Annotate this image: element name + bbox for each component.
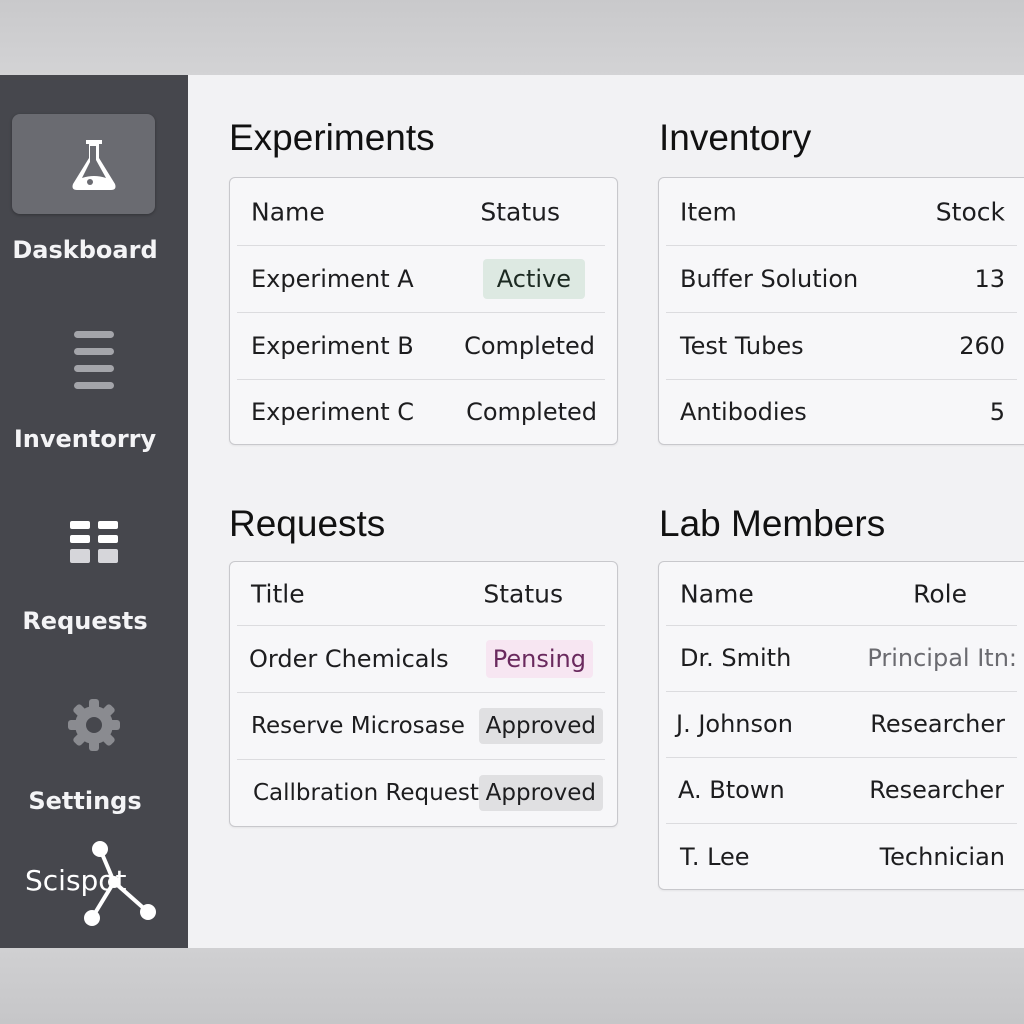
- table-header-row: Name Role: [666, 562, 1017, 626]
- column-header-status: Status: [483, 579, 563, 608]
- sidebar-item-label: Settings: [28, 787, 142, 815]
- member-role: Researcher: [869, 776, 1004, 804]
- experiment-name: Experiment C: [251, 398, 415, 426]
- app-window: Daskboard Inventorry Requests Settings S…: [0, 75, 1024, 948]
- status-badge: Active: [482, 258, 585, 299]
- member-role: Researcher: [870, 710, 1005, 738]
- member-role: Technician: [879, 842, 1005, 871]
- sidebar-item-label: Requests: [22, 607, 148, 635]
- status-badge: Approved: [478, 707, 603, 744]
- requests-card: Title Status Order Chemicals Pensing Res…: [229, 561, 618, 827]
- table-row[interactable]: Experiment C Completed: [237, 378, 605, 446]
- flask-icon: [64, 134, 124, 194]
- column-header-stock: Stock: [935, 197, 1005, 226]
- member-name: Dr. Smith: [680, 644, 792, 672]
- column-header-status: Status: [480, 197, 560, 226]
- molecule-icon: [84, 841, 156, 926]
- table-row[interactable]: Experiment A Active: [237, 245, 605, 313]
- inventory-card: Item Stock Buffer Solution 13 Test Tubes…: [658, 177, 1024, 445]
- bottom-background-band: [0, 948, 1024, 1024]
- stock-count: 260: [959, 331, 1005, 360]
- inventory-title: Inventory: [659, 117, 812, 158]
- member-name: T. Lee: [680, 842, 750, 871]
- table-header-row: Name Status: [237, 178, 605, 246]
- gear-icon: [64, 695, 124, 755]
- member-role: Principal Itn:: [867, 644, 1017, 672]
- item-name: Buffer Solution: [680, 264, 859, 293]
- item-name: Test Tubes: [680, 331, 804, 360]
- sidebar-item-label: Daskboard: [12, 236, 158, 264]
- request-title: Reserve Microsase: [251, 712, 465, 739]
- top-background-band: [0, 0, 1024, 75]
- table-row[interactable]: T. Lee Technician: [666, 823, 1017, 890]
- column-header-name: Name: [251, 197, 325, 226]
- request-title: Callbration Request: [253, 780, 479, 806]
- lab-members-card: Name Role Dr. Smith Principal Itn: J. Jo…: [658, 561, 1024, 890]
- column-header-name: Name: [680, 579, 754, 608]
- table-row[interactable]: Reserve Microsase Approved: [237, 692, 605, 760]
- status-text: Completed: [466, 398, 597, 426]
- member-name: A. Btown: [678, 776, 785, 804]
- column-header-item: Item: [680, 197, 737, 226]
- item-name: Antibodies: [680, 398, 807, 426]
- column-header-title: Title: [251, 579, 305, 608]
- sidebar-item-dashboard[interactable]: Daskboard: [0, 114, 188, 284]
- table-header-row: Title Status: [237, 562, 605, 626]
- experiments-title: Experiments: [229, 117, 435, 158]
- scispot-logo: Scispot: [18, 840, 168, 930]
- member-name: J. Johnson: [676, 710, 793, 738]
- table-row[interactable]: Antibodies 5: [666, 378, 1017, 446]
- experiment-name: Experiment A: [251, 264, 414, 293]
- status-badge: Pensing: [485, 639, 593, 678]
- table-row[interactable]: Callbration Request Approved: [237, 759, 605, 827]
- grid-icon: [64, 515, 124, 575]
- status-text: Completed: [464, 331, 595, 360]
- sidebar-item-label: Inventorry: [13, 425, 157, 453]
- table-row[interactable]: A. Btown Researcher: [666, 757, 1017, 824]
- table-row[interactable]: Dr. Smith Principal Itn:: [666, 625, 1017, 692]
- column-header-role: Role: [913, 579, 967, 608]
- requests-title: Requests: [229, 503, 386, 544]
- sidebar: Daskboard Inventorry Requests Settings S…: [0, 75, 188, 948]
- table-row[interactable]: Buffer Solution 13: [666, 245, 1017, 313]
- stock-count: 5: [989, 398, 1005, 426]
- status-badge: Approved: [478, 775, 603, 811]
- request-title: Order Chemicals: [249, 644, 449, 673]
- sidebar-item-requests[interactable]: Requests: [0, 495, 188, 665]
- experiments-card: Name Status Experiment A Active Experime…: [229, 177, 618, 445]
- table-row[interactable]: J. Johnson Researcher: [666, 691, 1017, 758]
- experiment-name: Experiment B: [251, 331, 414, 360]
- lab-members-title: Lab Members: [659, 503, 886, 544]
- list-icon: [64, 331, 124, 391]
- sidebar-item-settings[interactable]: Settings: [0, 675, 188, 845]
- table-row[interactable]: Order Chemicals Pensing: [237, 625, 605, 693]
- table-header-row: Item Stock: [666, 178, 1017, 246]
- table-row[interactable]: Test Tubes 260: [666, 312, 1017, 380]
- sidebar-item-inventory[interactable]: Inventorry: [0, 315, 188, 485]
- table-row[interactable]: Experiment B Completed: [237, 312, 605, 380]
- stock-count: 13: [974, 264, 1005, 293]
